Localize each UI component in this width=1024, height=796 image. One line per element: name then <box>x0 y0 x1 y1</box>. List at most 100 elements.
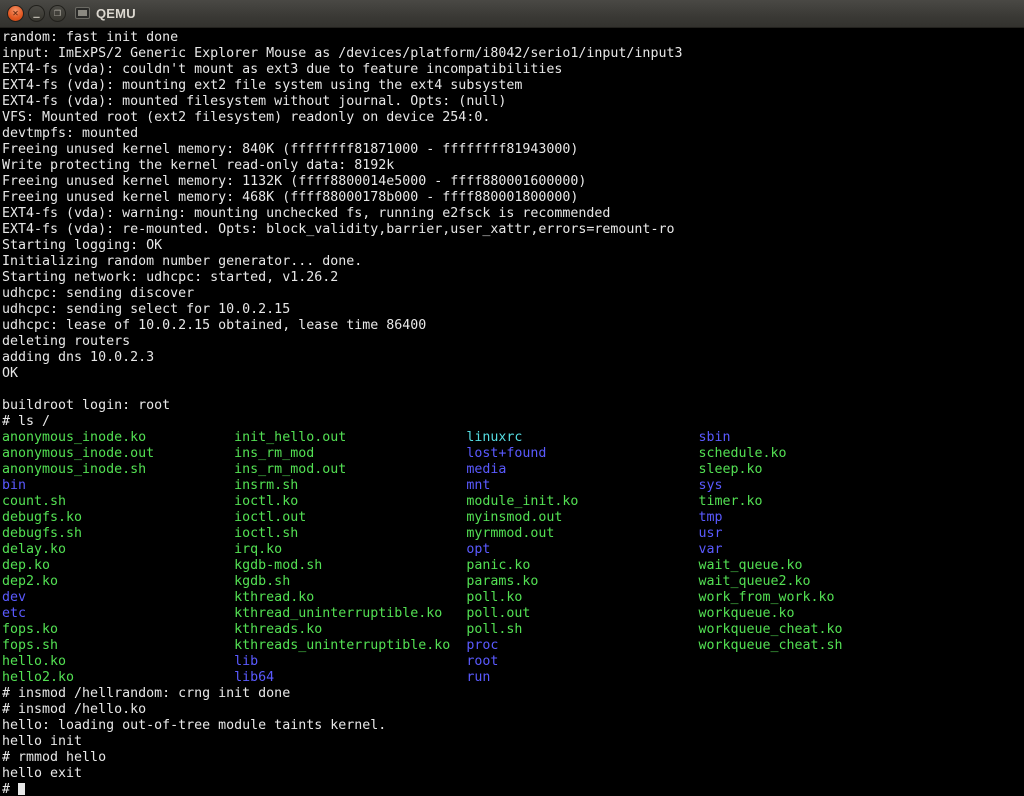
terminal-text: # insmod /hello.ko <box>2 702 146 717</box>
file-entry: poll.sh <box>466 622 698 638</box>
minimize-button[interactable]: ▁ <box>28 5 45 22</box>
terminal-text: Freeing unused kernel memory: 1132K (fff… <box>2 174 586 189</box>
file-entry: workqueue.ko <box>698 606 930 622</box>
terminal-text: EXT4-fs (vda): mounted filesystem withou… <box>2 94 506 109</box>
terminal-line: hello.kolibroot <box>2 654 1024 670</box>
terminal-line <box>2 382 1024 398</box>
terminal-text: Initializing random number generator... … <box>2 254 362 269</box>
terminal-text: udhcpc: sending select for 10.0.2.15 <box>2 302 290 317</box>
terminal-line: anonymous_inode.outins_rm_modlost+founds… <box>2 446 1024 462</box>
minimize-icon: ▁ <box>33 10 39 18</box>
terminal-line: dep.kokgdb-mod.shpanic.kowait_queue.ko <box>2 558 1024 574</box>
terminal-line: bininsrm.shmntsys <box>2 478 1024 494</box>
terminal-line: # insmod /hellrandom: crng init done <box>2 686 1024 702</box>
terminal-line: anonymous_inode.shins_rm_mod.outmediasle… <box>2 462 1024 478</box>
terminal-line: Starting network: udhcpc: started, v1.26… <box>2 270 1024 286</box>
terminal-cursor <box>18 783 25 795</box>
file-entry: sleep.ko <box>698 462 930 478</box>
terminal-text: Freeing unused kernel memory: 840K (ffff… <box>2 142 578 157</box>
close-button[interactable]: ✕ <box>7 5 24 22</box>
terminal-line: Freeing unused kernel memory: 468K (ffff… <box>2 190 1024 206</box>
terminal-line: EXT4-fs (vda): warning: mounting uncheck… <box>2 206 1024 222</box>
file-entry: ioctl.ko <box>234 494 466 510</box>
terminal-text: EXT4-fs (vda): couldn't mount as ext3 du… <box>2 62 562 77</box>
terminal-line: hello exit <box>2 766 1024 782</box>
terminal-line: udhcpc: sending select for 10.0.2.15 <box>2 302 1024 318</box>
terminal-text: VFS: Mounted root (ext2 filesystem) read… <box>2 110 490 125</box>
window-title: QEMU <box>96 6 136 21</box>
terminal-line: hello init <box>2 734 1024 750</box>
terminal-text: # ls / <box>2 414 50 429</box>
terminal-text: EXT4-fs (vda): re-mounted. Opts: block_v… <box>2 222 674 237</box>
terminal-line: VFS: Mounted root (ext2 filesystem) read… <box>2 110 1024 126</box>
file-entry: insrm.sh <box>234 478 466 494</box>
file-entry: fops.sh <box>2 638 234 654</box>
terminal-line: debugfs.shioctl.shmyrmmod.outusr <box>2 526 1024 542</box>
file-entry: ioctl.sh <box>234 526 466 542</box>
terminal-line: anonymous_inode.koinit_hello.outlinuxrcs… <box>2 430 1024 446</box>
terminal-line: hello: loading out-of-tree module taints… <box>2 718 1024 734</box>
file-entry: debugfs.ko <box>2 510 234 526</box>
window-controls: ✕ ▁ ❒ <box>7 5 66 22</box>
file-entry: debugfs.sh <box>2 526 234 542</box>
file-entry: module_init.ko <box>466 494 698 510</box>
file-entry: kthread_uninterruptible.ko <box>234 606 466 622</box>
file-entry: irq.ko <box>234 542 466 558</box>
terminal-text: udhcpc: lease of 10.0.2.15 obtained, lea… <box>2 318 426 333</box>
terminal-text: hello: loading out-of-tree module taints… <box>2 718 386 733</box>
terminal-line: # insmod /hello.ko <box>2 702 1024 718</box>
titlebar: ✕ ▁ ❒ QEMU <box>0 0 1024 28</box>
terminal-line: Freeing unused kernel memory: 840K (ffff… <box>2 142 1024 158</box>
file-entry: lost+found <box>466 446 698 462</box>
terminal-line: fops.shkthreads_uninterruptible.koprocwo… <box>2 638 1024 654</box>
file-entry: myrmmod.out <box>466 526 698 542</box>
terminal-text: udhcpc: sending discover <box>2 286 194 301</box>
terminal-line: delay.koirq.kooptvar <box>2 542 1024 558</box>
file-entry: linuxrc <box>466 430 698 446</box>
terminal-text: OK <box>2 366 18 381</box>
terminal-text: random: fast init done <box>2 30 178 45</box>
file-entry: poll.out <box>466 606 698 622</box>
file-entry: poll.ko <box>466 590 698 606</box>
file-entry: workqueue_cheat.sh <box>698 638 930 654</box>
terminal-line: udhcpc: sending discover <box>2 286 1024 302</box>
terminal-line: EXT4-fs (vda): couldn't mount as ext3 du… <box>2 62 1024 78</box>
terminal-line: buildroot login: root <box>2 398 1024 414</box>
file-entry: sys <box>698 478 930 494</box>
terminal-line: input: ImExPS/2 Generic Explorer Mouse a… <box>2 46 1024 62</box>
terminal-line: EXT4-fs (vda): mounted filesystem withou… <box>2 94 1024 110</box>
terminal-text: Starting network: udhcpc: started, v1.26… <box>2 270 338 285</box>
qemu-window: ✕ ▁ ❒ QEMU random: fast init doneinput: … <box>0 0 1024 796</box>
file-entry: dev <box>2 590 234 606</box>
file-entry: opt <box>466 542 698 558</box>
terminal-text: # rmmod hello <box>2 750 106 765</box>
terminal-screen[interactable]: random: fast init doneinput: ImExPS/2 Ge… <box>0 28 1024 796</box>
file-entry: delay.ko <box>2 542 234 558</box>
file-entry: dep2.ko <box>2 574 234 590</box>
terminal-line: # <box>2 782 1024 796</box>
terminal-line: Write protecting the kernel read-only da… <box>2 158 1024 174</box>
file-entry: workqueue_cheat.ko <box>698 622 930 638</box>
file-entry: lib64 <box>234 670 466 686</box>
file-entry: sbin <box>698 430 930 446</box>
file-entry: ins_rm_mod.out <box>234 462 466 478</box>
file-entry: media <box>466 462 698 478</box>
terminal-text: buildroot login: root <box>2 398 170 413</box>
terminal-line: count.shioctl.komodule_init.kotimer.ko <box>2 494 1024 510</box>
terminal-line: EXT4-fs (vda): mounting ext2 file system… <box>2 78 1024 94</box>
qemu-app-icon <box>74 7 90 20</box>
file-entry: kgdb.sh <box>234 574 466 590</box>
terminal-line: # rmmod hello <box>2 750 1024 766</box>
file-entry: kthread.ko <box>234 590 466 606</box>
terminal-text: hello init <box>2 734 82 749</box>
file-entry: count.sh <box>2 494 234 510</box>
file-entry: anonymous_inode.ko <box>2 430 234 446</box>
file-entry: work_from_work.ko <box>698 590 930 606</box>
terminal-text: Freeing unused kernel memory: 468K (ffff… <box>2 190 578 205</box>
terminal-text: # <box>2 782 18 796</box>
maximize-button[interactable]: ❒ <box>49 5 66 22</box>
terminal-text: adding dns 10.0.2.3 <box>2 350 154 365</box>
file-entry: tmp <box>698 510 930 526</box>
terminal-text: hello exit <box>2 766 82 781</box>
file-entry: proc <box>466 638 698 654</box>
